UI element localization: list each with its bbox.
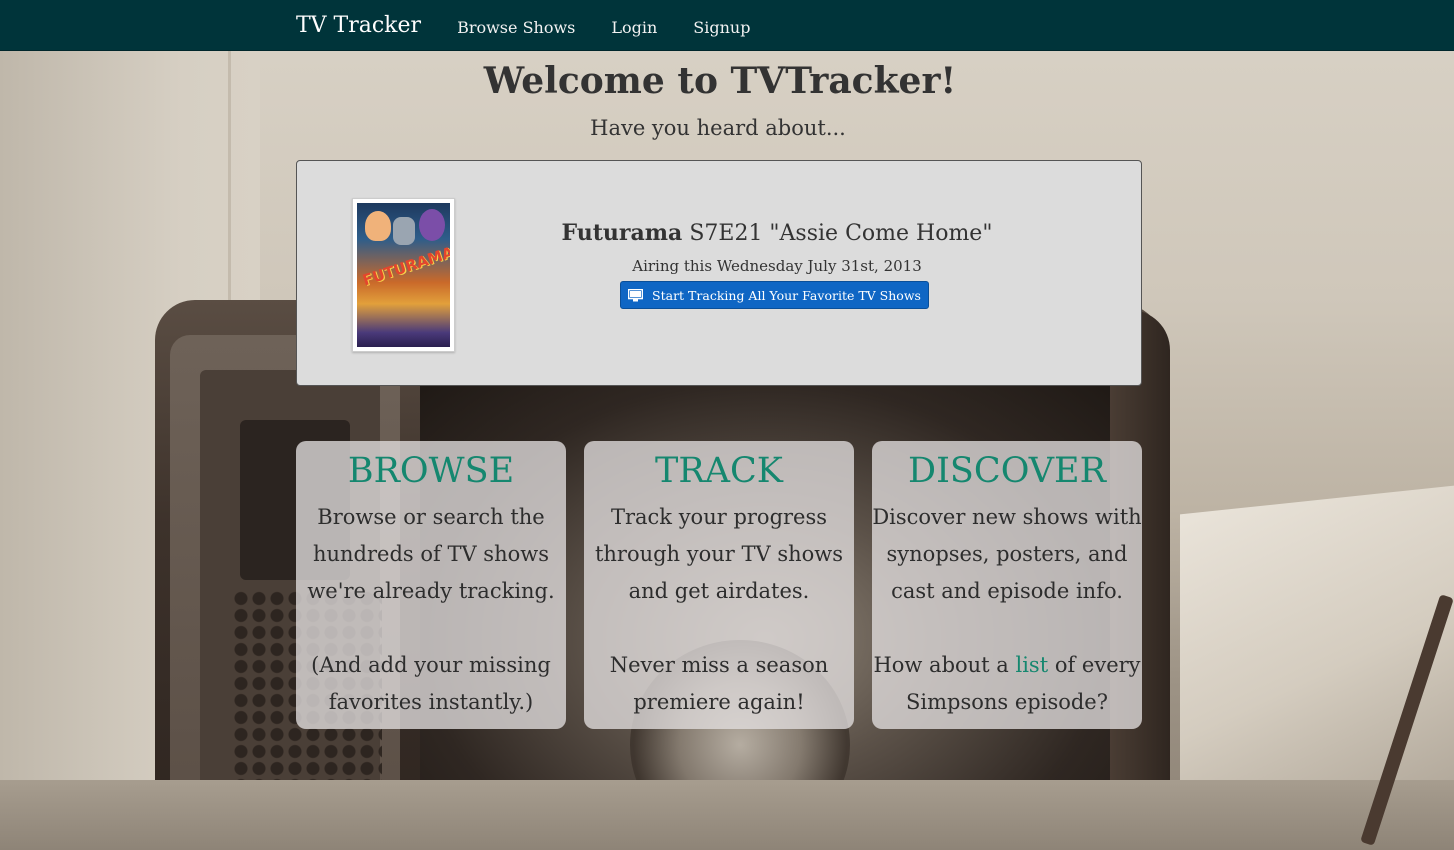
- browse-card: BROWSE Browse or search the hundreds of …: [296, 441, 566, 729]
- brand-link[interactable]: TV Tracker: [296, 13, 421, 38]
- nav-login[interactable]: Login: [611, 14, 657, 37]
- browse-text: Browse or search the hundreds of TV show…: [307, 505, 555, 603]
- simpsons-list-link[interactable]: list: [1016, 653, 1049, 677]
- browse-title: BROWSE: [347, 451, 515, 491]
- nav-browse-shows[interactable]: Browse Shows: [457, 14, 575, 37]
- episode-title: S7E21 "Assie Come Home": [689, 221, 993, 246]
- show-name[interactable]: Futurama: [562, 220, 683, 246]
- page-title: Welcome to TVTracker!: [483, 60, 957, 102]
- nav-signup[interactable]: Signup: [693, 14, 750, 37]
- start-tracking-button[interactable]: Start Tracking All Your Favorite TV Show…: [620, 281, 929, 309]
- discover-title: DISCOVER: [908, 451, 1106, 491]
- featured-show-panel: FUTURAMA Futurama S7E21 "Assie Come Home…: [296, 160, 1142, 386]
- discover-card: DISCOVER Discover new shows with synopse…: [872, 441, 1142, 729]
- page-subtitle: Have you heard about...: [590, 116, 846, 140]
- top-navbar: TV Tracker Browse Shows Login Signup: [0, 0, 1454, 51]
- start-tracking-label: Start Tracking All Your Favorite TV Show…: [652, 287, 921, 303]
- airing-date: Airing this Wednesday July 31st, 2013: [632, 257, 922, 275]
- monitor-icon: [628, 289, 644, 302]
- show-episode-line: Futurama S7E21 "Assie Come Home": [427, 220, 1127, 246]
- track-note: Never miss a season premiere again!: [609, 653, 829, 714]
- track-card: TRACK Track your progress through your T…: [584, 441, 854, 729]
- track-text: Track your progress through your TV show…: [594, 505, 844, 603]
- discover-note-before: How about a: [873, 653, 1016, 677]
- discover-note: How about a list of every Simpsons episo…: [868, 647, 1146, 721]
- browse-note: (And add your missing favorites instantl…: [311, 653, 551, 714]
- track-title: TRACK: [655, 451, 783, 491]
- discover-text: Discover new shows with synopses, poster…: [872, 505, 1142, 603]
